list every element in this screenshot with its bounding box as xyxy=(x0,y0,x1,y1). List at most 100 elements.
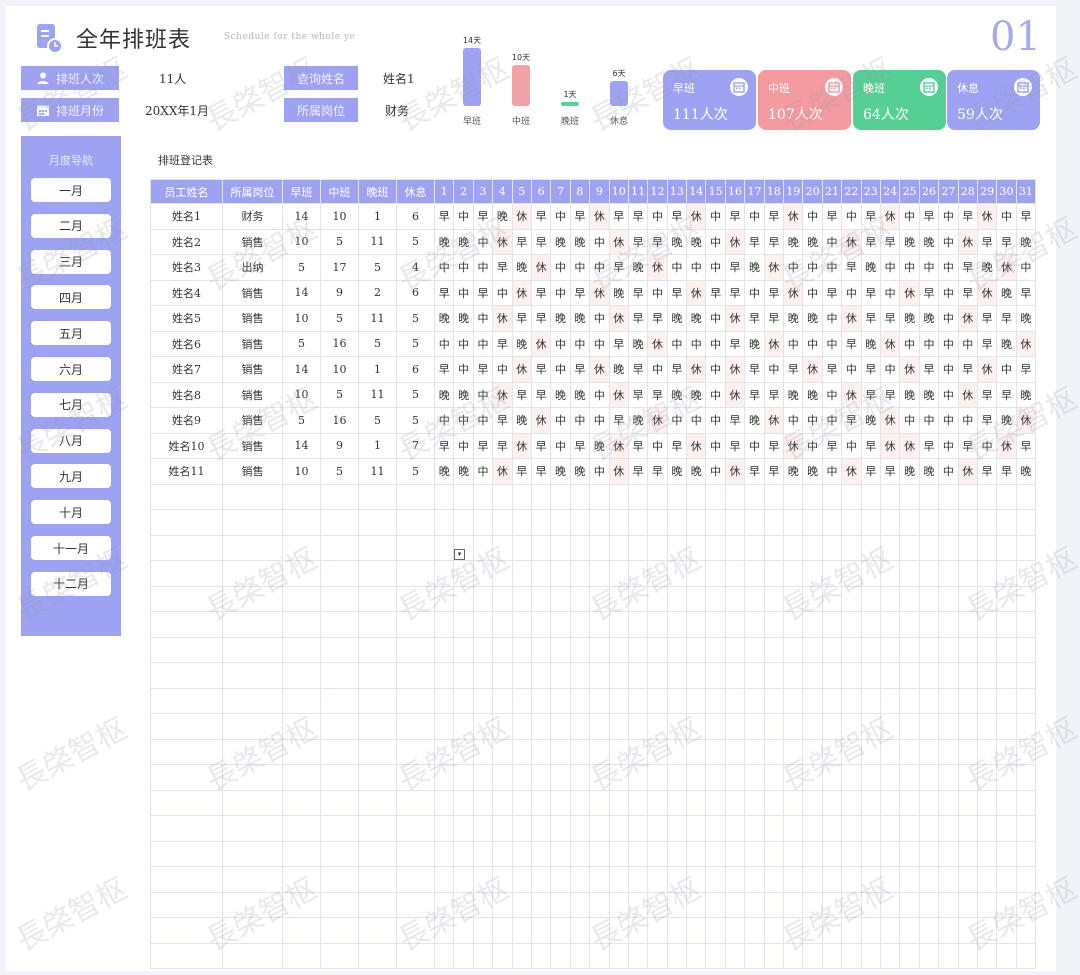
empty-cell[interactable] xyxy=(396,687,435,714)
empty-cell[interactable] xyxy=(899,764,920,791)
empty-cell[interactable] xyxy=(453,483,474,510)
empty-cell[interactable] xyxy=(320,840,359,867)
shift-cell[interactable]: 中 xyxy=(938,203,959,230)
shift-cell[interactable]: 早 xyxy=(433,203,455,230)
empty-cell[interactable] xyxy=(433,611,455,638)
empty-cell[interactable] xyxy=(550,917,571,944)
shift-cell[interactable]: 休 xyxy=(957,458,978,485)
empty-cell[interactable] xyxy=(1015,866,1037,893)
shift-cell[interactable]: 晚 xyxy=(608,279,629,306)
shift-cell[interactable]: 早 xyxy=(530,381,552,408)
empty-cell[interactable] xyxy=(550,713,571,740)
empty-cell[interactable] xyxy=(724,942,746,969)
empty-cell[interactable] xyxy=(821,942,843,969)
empty-cell[interactable] xyxy=(724,585,746,612)
empty-cell[interactable] xyxy=(550,509,571,536)
empty-cell[interactable] xyxy=(433,942,455,969)
shift-cell[interactable]: 早 xyxy=(530,203,552,230)
shift-cell[interactable]: 中 xyxy=(879,356,901,383)
empty-cell[interactable] xyxy=(627,687,649,714)
empty-cell[interactable] xyxy=(472,764,494,791)
empty-cell[interactable] xyxy=(358,560,397,587)
empty-cell[interactable] xyxy=(472,942,494,969)
empty-cell[interactable] xyxy=(589,585,610,612)
empty-cell[interactable] xyxy=(282,611,321,638)
empty-cell[interactable] xyxy=(705,713,726,740)
empty-cell[interactable] xyxy=(996,662,1017,689)
empty-cell[interactable] xyxy=(282,917,321,944)
empty-cell[interactable] xyxy=(860,917,881,944)
shift-cell[interactable]: 中 xyxy=(550,356,571,383)
empty-cell[interactable] xyxy=(938,483,959,510)
month-button-7[interactable]: 七月 xyxy=(31,392,111,417)
empty-cell[interactable] xyxy=(222,917,283,944)
empty-cell[interactable] xyxy=(899,534,920,561)
empty-cell[interactable] xyxy=(150,840,223,867)
empty-cell[interactable] xyxy=(472,789,494,816)
empty-cell[interactable] xyxy=(686,789,707,816)
shift-cell[interactable]: 中 xyxy=(821,330,843,357)
empty-cell[interactable] xyxy=(453,891,474,918)
empty-cell[interactable] xyxy=(433,738,455,765)
empty-cell[interactable] xyxy=(589,738,610,765)
empty-cell[interactable] xyxy=(841,611,862,638)
empty-cell[interactable] xyxy=(358,942,397,969)
empty-cell[interactable] xyxy=(647,942,668,969)
shift-cell[interactable]: 休 xyxy=(763,407,785,434)
empty-cell[interactable] xyxy=(150,764,223,791)
shift-cell[interactable]: 晚 xyxy=(899,305,920,332)
empty-cell[interactable] xyxy=(783,815,804,842)
empty-cell[interactable] xyxy=(841,662,862,689)
empty-cell[interactable] xyxy=(783,560,804,587)
empty-cell[interactable] xyxy=(433,483,455,510)
empty-cell[interactable] xyxy=(647,483,668,510)
empty-cell[interactable] xyxy=(492,483,513,510)
shift-cell[interactable]: 中 xyxy=(705,254,726,281)
empty-cell[interactable] xyxy=(320,585,359,612)
empty-cell[interactable] xyxy=(879,636,901,663)
empty-cell[interactable] xyxy=(938,917,959,944)
empty-cell[interactable] xyxy=(783,687,804,714)
empty-cell[interactable] xyxy=(222,611,283,638)
empty-cell[interactable] xyxy=(150,713,223,740)
empty-cell[interactable] xyxy=(358,636,397,663)
empty-cell[interactable] xyxy=(1015,534,1037,561)
empty-cell[interactable] xyxy=(686,687,707,714)
empty-cell[interactable] xyxy=(222,483,283,510)
empty-cell[interactable] xyxy=(996,942,1017,969)
shift-cell[interactable]: 晚 xyxy=(899,228,920,255)
shift-cell[interactable]: 早 xyxy=(627,279,649,306)
empty-cell[interactable] xyxy=(821,815,843,842)
empty-cell[interactable] xyxy=(860,764,881,791)
empty-cell[interactable] xyxy=(647,866,668,893)
month-button-12[interactable]: 十二月 xyxy=(31,571,111,596)
empty-cell[interactable] xyxy=(879,815,901,842)
shift-cell[interactable]: 中 xyxy=(705,458,726,485)
empty-cell[interactable] xyxy=(608,687,629,714)
shift-cell[interactable]: 早 xyxy=(666,279,688,306)
empty-cell[interactable] xyxy=(763,713,785,740)
shift-cell[interactable]: 早 xyxy=(860,432,881,459)
empty-cell[interactable] xyxy=(569,534,591,561)
empty-cell[interactable] xyxy=(647,738,668,765)
empty-cell[interactable] xyxy=(396,534,435,561)
empty-cell[interactable] xyxy=(763,866,785,893)
empty-cell[interactable] xyxy=(150,636,223,663)
empty-cell[interactable] xyxy=(957,560,978,587)
empty-cell[interactable] xyxy=(150,509,223,536)
shift-cell[interactable]: 早 xyxy=(530,356,552,383)
empty-cell[interactable] xyxy=(802,713,823,740)
empty-cell[interactable] xyxy=(511,611,532,638)
shift-cell[interactable]: 中 xyxy=(472,407,494,434)
empty-cell[interactable] xyxy=(744,662,765,689)
shift-cell[interactable]: 中 xyxy=(569,407,591,434)
empty-cell[interactable] xyxy=(666,509,688,536)
empty-cell[interactable] xyxy=(358,815,397,842)
empty-cell[interactable] xyxy=(282,789,321,816)
empty-cell[interactable] xyxy=(705,789,726,816)
empty-cell[interactable] xyxy=(647,789,668,816)
empty-cell[interactable] xyxy=(320,789,359,816)
shift-cell[interactable]: 晚 xyxy=(569,381,591,408)
empty-cell[interactable] xyxy=(841,866,862,893)
empty-cell[interactable] xyxy=(433,509,455,536)
